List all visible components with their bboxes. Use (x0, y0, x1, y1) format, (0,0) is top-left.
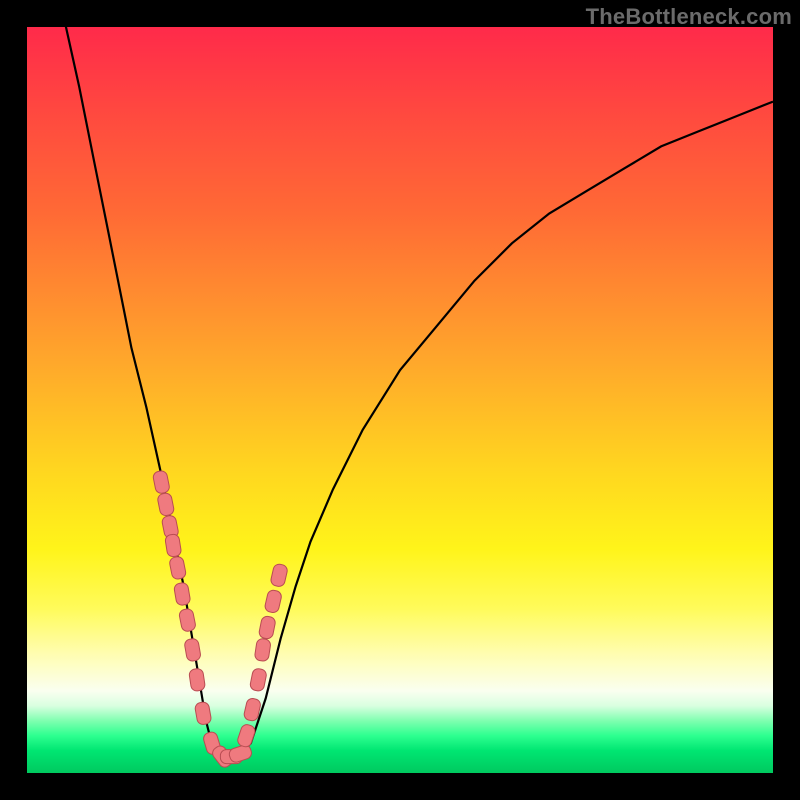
chart-container: TheBottleneck.com (0, 0, 800, 800)
watermark-text: TheBottleneck.com (586, 4, 792, 30)
data-marker (152, 470, 170, 494)
data-marker (228, 743, 253, 763)
data-marker (236, 723, 256, 748)
data-marker (189, 668, 206, 692)
data-marker (165, 534, 182, 558)
data-marker (254, 638, 271, 662)
data-marker (194, 701, 212, 725)
bottleneck-curve (64, 20, 773, 759)
data-marker (270, 563, 289, 588)
data-marker (249, 668, 267, 692)
data-marker (178, 608, 196, 632)
data-marker (264, 589, 283, 614)
chart-overlay (27, 27, 773, 773)
data-marker (184, 638, 202, 662)
data-marker (173, 582, 191, 606)
data-marker (157, 492, 175, 516)
data-marker (258, 615, 276, 639)
data-markers (152, 470, 288, 770)
data-marker (169, 556, 187, 580)
